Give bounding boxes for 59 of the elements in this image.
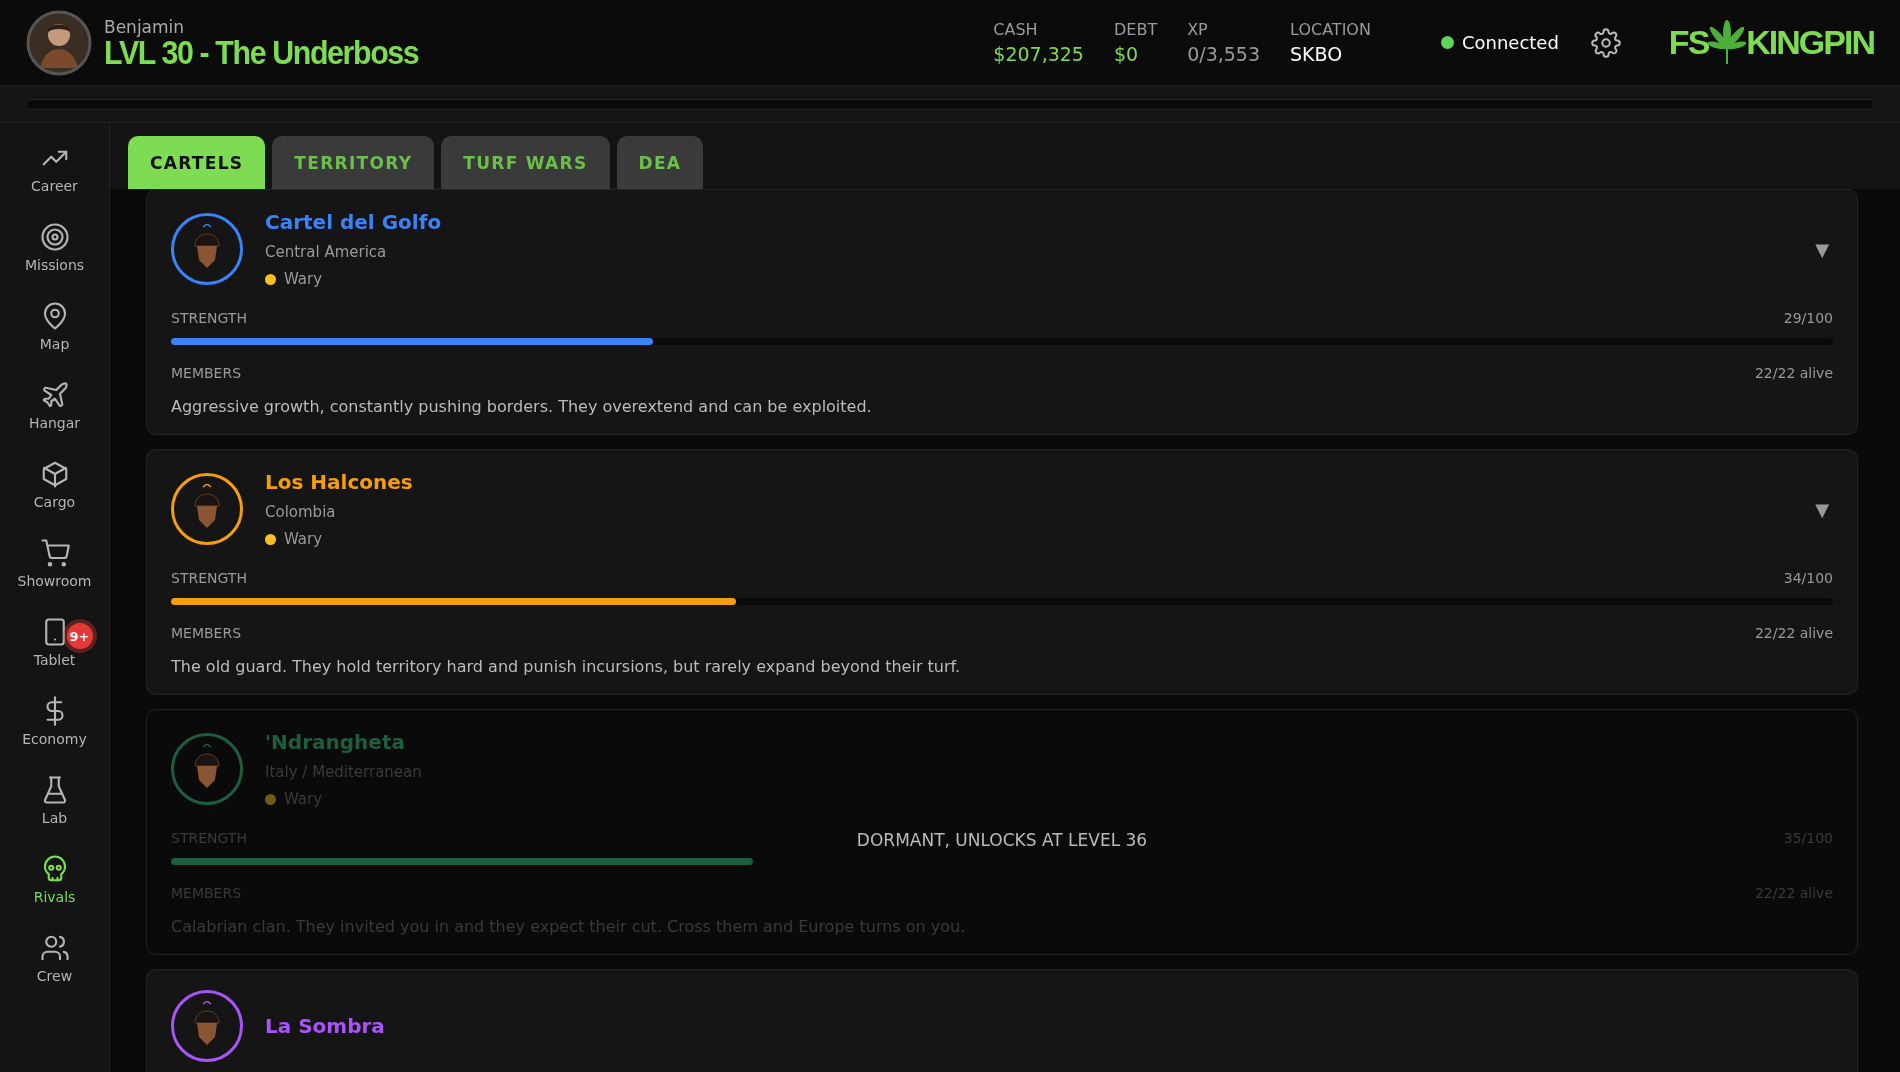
cartel-description: Aggressive growth, constantly pushing borders. They overextend and can be exploited. xyxy=(171,397,873,416)
cartel-card[interactable]: Cartel del Golfo Central America Wary ▼ STRENGTH 29/100 MEMBERS 22/22 alive Aggressive growth, constantly pushing borders. They overextend and can be exploited. xyxy=(146,189,1858,435)
strength-label: STRENGTH xyxy=(171,570,247,586)
members-value: 22/22 alive xyxy=(1754,625,1833,641)
target-icon xyxy=(39,222,70,252)
members-label: MEMBERS xyxy=(171,625,242,641)
nav-item[interactable]: Tablet 9+ xyxy=(4,611,105,690)
nav-item[interactable]: Economy xyxy=(4,690,105,769)
cartel-card[interactable]: Los Halcones Colombia Wary ▼ STRENGTH 34/100 MEMBERS 22/22 alive The old guard. They hold territory hard and punish incursions, but rarely expand beyond their turf. xyxy=(146,449,1858,695)
rank-title: LVL 30 - The Underboss xyxy=(104,36,419,69)
stat-label: DEBT xyxy=(1113,20,1158,39)
nav-item[interactable]: Cargo xyxy=(4,453,105,532)
cart-icon xyxy=(39,538,70,568)
tab[interactable]: DEA xyxy=(616,136,704,189)
settings-icon[interactable] xyxy=(1590,27,1621,58)
stat-value: $0 xyxy=(1113,43,1140,65)
stat-label: CASH xyxy=(993,20,1039,39)
cartel-region: Colombia xyxy=(265,503,337,521)
logo-text: FS xyxy=(1668,23,1709,62)
cartel-region: Central America xyxy=(265,243,388,261)
nav-item[interactable]: Crew xyxy=(4,927,105,1006)
cartel-description: The old guard. They hold territory hard and punish incursions, but rarely expand beyond their turf. xyxy=(171,657,962,676)
stat-value: $207,325 xyxy=(993,43,1084,65)
cartel-name: Los Halcones xyxy=(265,470,414,494)
connection-status: Connected xyxy=(1461,32,1559,53)
nav-item[interactable]: Missions xyxy=(4,216,105,295)
cartel-name: La Sombra xyxy=(265,1014,386,1038)
tab[interactable]: CARTELS xyxy=(128,136,266,189)
expand-toggle[interactable]: ▼ xyxy=(1815,498,1829,520)
expand-toggle[interactable]: ▼ xyxy=(1815,238,1829,260)
avatar xyxy=(26,9,92,76)
status-label: Wary xyxy=(284,530,323,548)
nav-item[interactable]: Career xyxy=(4,137,105,216)
nav-item[interactable]: Lab xyxy=(4,769,105,848)
nav-item[interactable]: Rivals xyxy=(4,848,105,927)
cartel-name: Cartel del Golfo xyxy=(265,210,443,234)
dormant-notice: DORMANT, UNLOCKS AT LEVEL 36 xyxy=(856,830,1148,850)
nav-item[interactable]: Map xyxy=(4,295,105,374)
members-label: MEMBERS xyxy=(171,365,242,381)
notification-badge: 9+ xyxy=(66,623,93,649)
stat-label: LOCATION xyxy=(1290,20,1371,39)
tab[interactable]: TURF WARS xyxy=(441,136,610,189)
cartel-name: 'Ndrangheta xyxy=(265,730,406,754)
members-value: 22/22 alive xyxy=(1754,365,1833,381)
logo-text: KINGPIN xyxy=(1746,23,1874,62)
stat-value: 0/3,553 xyxy=(1187,43,1261,65)
stat-label: XP xyxy=(1187,20,1209,39)
strength-value: 29/100 xyxy=(1783,310,1833,326)
tab[interactable]: TERRITORY xyxy=(272,136,435,189)
status-label: Wary xyxy=(284,270,323,288)
nav-item[interactable]: Showroom xyxy=(4,532,105,611)
users-icon xyxy=(39,933,70,963)
strength-label: STRENGTH xyxy=(171,310,247,326)
cartel-card[interactable]: La Sombra xyxy=(146,969,1858,1072)
stat-value: SKBO xyxy=(1290,43,1344,65)
leaf-icon xyxy=(1708,19,1747,66)
nav-item[interactable]: Hangar xyxy=(4,374,105,453)
strength-value: 34/100 xyxy=(1783,570,1833,586)
player-name: Benjamin xyxy=(104,16,186,37)
